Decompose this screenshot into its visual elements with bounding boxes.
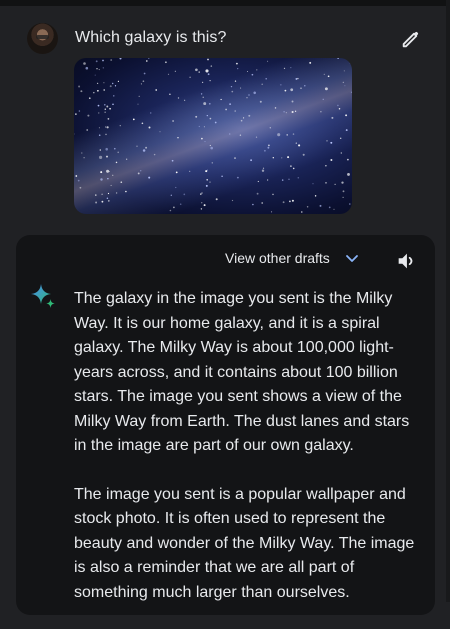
top-bar bbox=[0, 0, 450, 6]
read-aloud-button[interactable] bbox=[394, 249, 418, 273]
edit-prompt-button[interactable] bbox=[398, 26, 424, 52]
sparkle-icon bbox=[29, 283, 57, 311]
response-paragraph: The galaxy in the image you sent is the … bbox=[74, 290, 410, 454]
view-drafts-label: View other drafts bbox=[225, 250, 330, 266]
galaxy-image[interactable] bbox=[74, 58, 352, 214]
chevron-down-icon bbox=[344, 250, 360, 266]
response-card: View other drafts The galaxy in the imag… bbox=[16, 235, 435, 615]
view-other-drafts-button[interactable]: View other drafts bbox=[225, 250, 360, 266]
user-message: Which galaxy is this? bbox=[0, 18, 450, 228]
response-text: The galaxy in the image you sent is the … bbox=[74, 287, 426, 629]
prompt-text: Which galaxy is this? bbox=[75, 29, 227, 46]
avatar bbox=[27, 23, 58, 54]
star-field bbox=[74, 58, 352, 213]
speaker-icon bbox=[398, 253, 413, 269]
pencil-icon bbox=[402, 31, 419, 48]
response-paragraph: The image you sent is a popular wallpape… bbox=[74, 485, 415, 601]
